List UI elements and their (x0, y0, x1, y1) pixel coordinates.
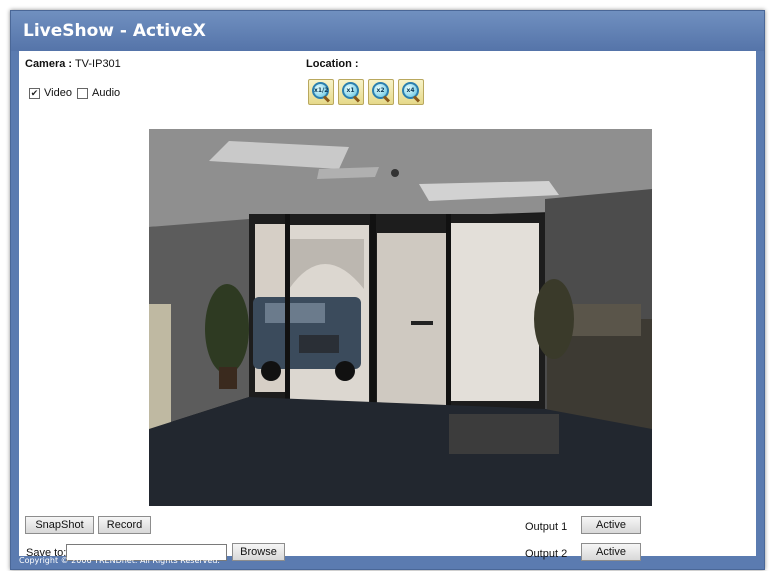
zoom-x1-2-button[interactable]: x1/2 (308, 79, 334, 105)
camera-info: Camera : TV-IP301 (25, 58, 121, 70)
zoom-x1-button[interactable]: x1 (338, 79, 364, 105)
output-2-label: Output 2 (525, 548, 568, 560)
footer-copyright: Copyright © 2006 TRENDnet. All Rights Re… (19, 556, 220, 565)
output-1-label: Output 1 (525, 521, 568, 533)
live-video-feed[interactable] (149, 129, 652, 506)
location-label: Location : (306, 58, 359, 70)
record-button[interactable]: Record (98, 516, 151, 534)
liveshow-panel: LiveShow - ActiveX Camera : TV-IP301 ✔ V… (10, 10, 765, 570)
magnifier-handle (382, 95, 391, 103)
video-label: Video (44, 87, 72, 99)
camera-model: TV-IP301 (74, 58, 121, 70)
video-checkbox[interactable]: ✔ (29, 88, 40, 99)
camera-label: Camera : (25, 58, 73, 70)
magnifier-handle (412, 95, 421, 103)
output-2-active-button[interactable]: Active (581, 543, 641, 561)
browse-button[interactable]: Browse (232, 543, 285, 561)
content-area: Camera : TV-IP301 ✔ Video Audio Location… (19, 51, 756, 561)
audio-checkbox[interactable] (77, 88, 88, 99)
snapshot-button[interactable]: SnapShot (25, 516, 94, 534)
output-1-active-button[interactable]: Active (581, 516, 641, 534)
video-frame (149, 129, 652, 506)
zoom-x2-button[interactable]: x2 (368, 79, 394, 105)
audio-label: Audio (92, 87, 121, 99)
magnifier-handle (352, 95, 361, 103)
zoom-x4-button[interactable]: x4 (398, 79, 424, 105)
magnifier-handle (322, 95, 331, 103)
location-label-text: Location : (306, 58, 359, 70)
window-title: LiveShow - ActiveX (11, 11, 764, 51)
